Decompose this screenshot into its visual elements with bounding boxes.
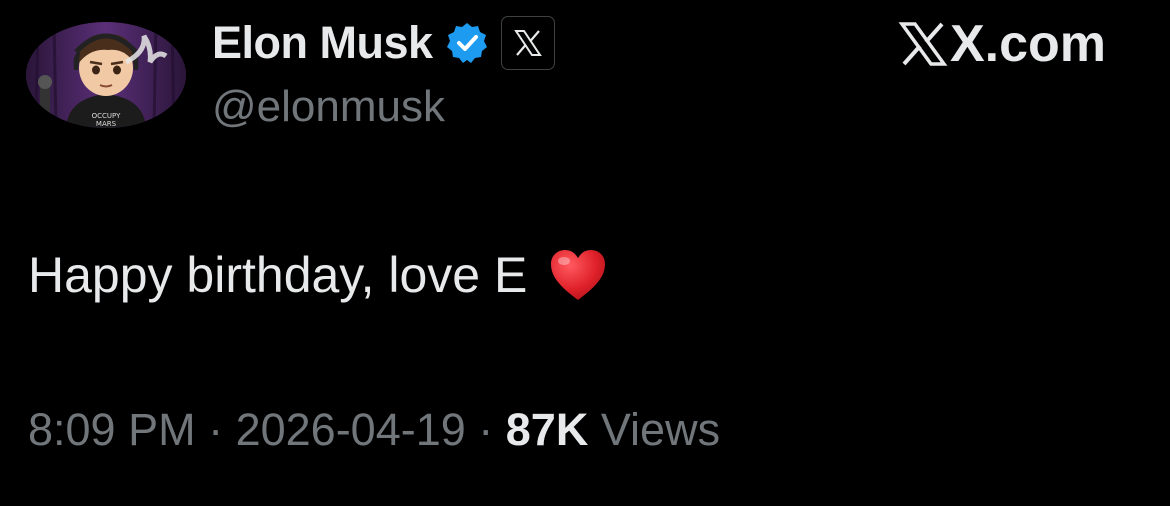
views-count[interactable]: 87K bbox=[506, 404, 589, 455]
affiliate-badge[interactable] bbox=[500, 16, 555, 70]
avatar-image: OCCUPY MARS bbox=[26, 22, 186, 128]
red-heart-icon bbox=[549, 248, 607, 302]
author-name-row: Elon Musk bbox=[212, 14, 555, 72]
svg-text:MARS: MARS bbox=[96, 120, 117, 128]
views-label: Views bbox=[588, 404, 720, 455]
verified-badge-icon[interactable] bbox=[445, 21, 489, 65]
brand-domain: X.com bbox=[949, 15, 1106, 73]
avatar[interactable]: OCCUPY MARS bbox=[26, 22, 186, 128]
author-display-name[interactable]: Elon Musk bbox=[212, 17, 433, 69]
author-handle[interactable]: @elonmusk bbox=[212, 82, 445, 132]
tweet-meta: 8:09 PM · 2026-04-19 · 87K Views bbox=[28, 404, 720, 456]
svg-text:OCCUPY: OCCUPY bbox=[92, 112, 121, 120]
brand-watermark: X.com bbox=[898, 14, 1106, 74]
tweet-date[interactable]: 2026-04-19 bbox=[236, 404, 466, 455]
x-logo-icon bbox=[513, 30, 542, 56]
x-logo-icon bbox=[898, 21, 948, 67]
tweet-text: Happy birthday, love E bbox=[28, 247, 528, 303]
views-label-text: Views bbox=[600, 404, 721, 455]
meta-separator: · bbox=[465, 404, 506, 455]
tweet-card: OCCUPY MARS Elon Musk @elonmusk X.com Ha… bbox=[0, 0, 1170, 506]
meta-separator: · bbox=[195, 404, 236, 455]
tweet-body: Happy birthday, love E bbox=[28, 246, 607, 304]
tweet-time[interactable]: 8:09 PM bbox=[28, 404, 196, 455]
